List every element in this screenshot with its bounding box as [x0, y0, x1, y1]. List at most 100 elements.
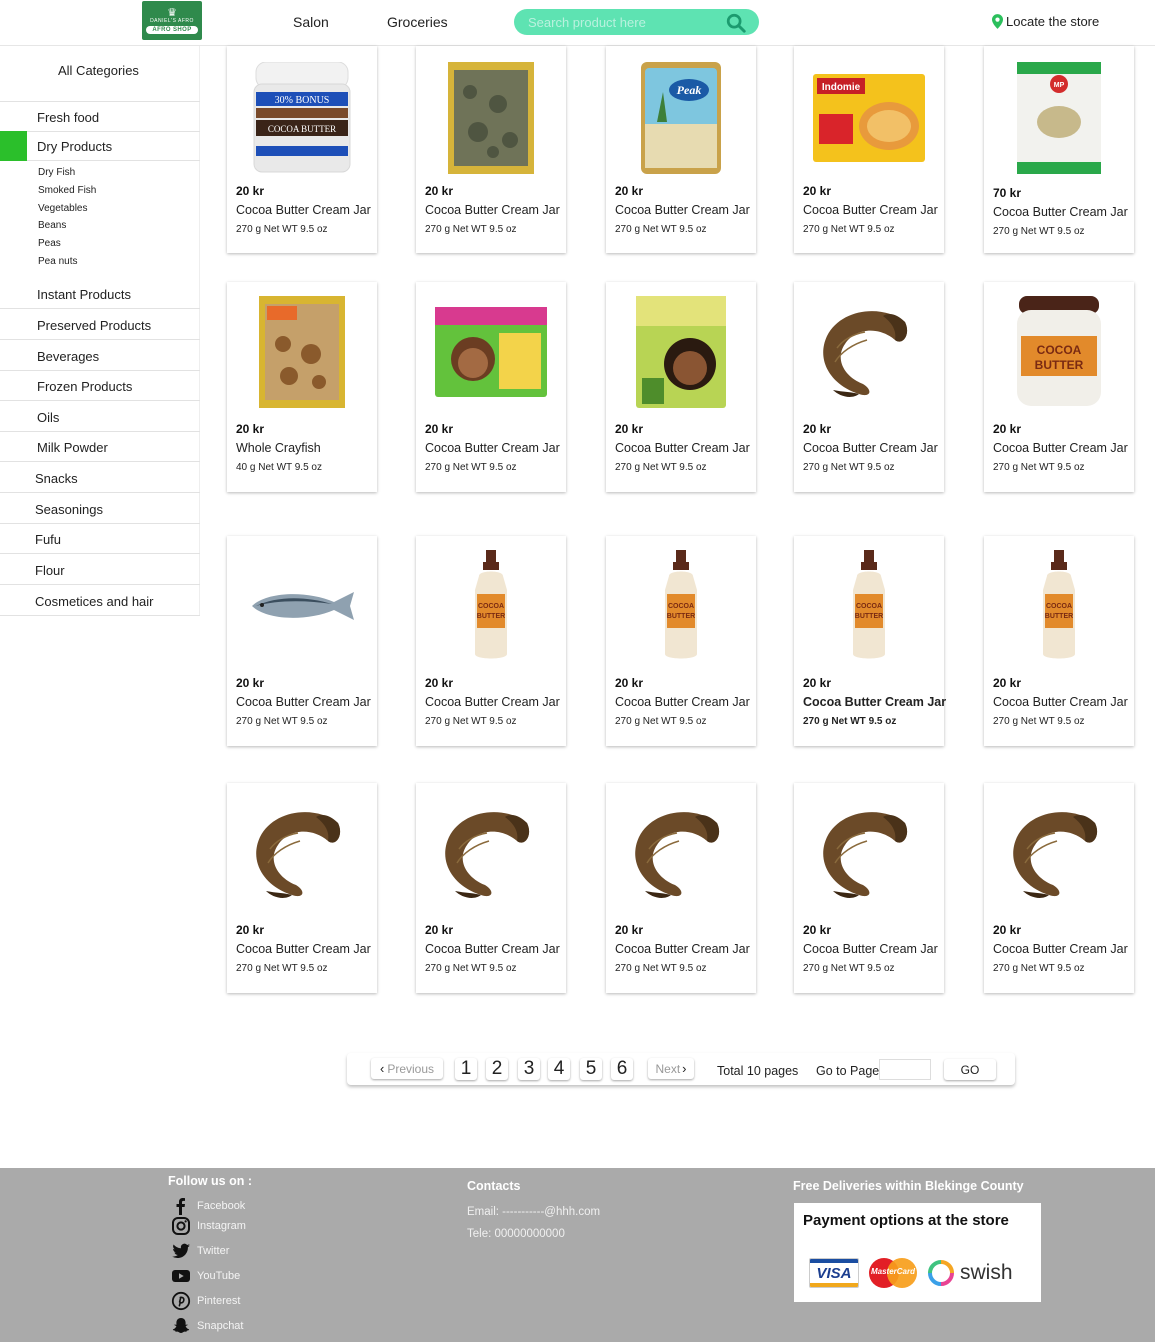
pounded-yam-bag-icon[interactable]: MP [984, 60, 1134, 175]
product-name[interactable]: Cocoa Butter Cream Jar [993, 205, 1128, 219]
category-item[interactable]: Snacks [0, 463, 200, 493]
product-card[interactable]: 20 kr Cocoa Butter Cream Jar 270 g Net WT … [984, 783, 1134, 993]
product-card[interactable]: 20 kr Cocoa Butter Cream Jar 270 g Net WT … [794, 783, 944, 993]
page-number-button[interactable]: 2 [486, 1058, 508, 1080]
product-name[interactable]: Cocoa Butter Cream Jar [993, 942, 1128, 956]
instant-noodles-icon[interactable]: Indomie [794, 60, 944, 175]
product-card[interactable]: 30% BONUS COCOA BUTTER 20 kr Cocoa Butter… [227, 46, 377, 253]
social-link[interactable]: YouTube [171, 1266, 240, 1286]
social-link[interactable]: Instagram [171, 1216, 246, 1236]
category-item[interactable]: Milk Powder [0, 432, 200, 462]
category-item[interactable]: Dry Products [0, 131, 200, 161]
previous-page-button[interactable]: ‹ Previous [371, 1058, 443, 1079]
search-icon[interactable] [725, 12, 747, 34]
product-name[interactable]: Cocoa Butter Cream Jar [993, 695, 1128, 709]
nav-groceries-link[interactable]: Groceries [387, 14, 448, 30]
product-card[interactable]: Indomie 20 kr Cocoa Butter Cream Jar 270 g… [794, 46, 944, 253]
category-item[interactable]: Frozen Products [0, 371, 200, 401]
smoked-fish-icon[interactable] [227, 795, 377, 910]
lotion-bottle-icon[interactable]: COCOA BUTTER [794, 548, 944, 663]
product-name[interactable]: Cocoa Butter Cream Jar [425, 942, 560, 956]
goto-page-input[interactable] [879, 1059, 931, 1080]
social-link[interactable]: Snapchat [171, 1316, 243, 1336]
product-card[interactable]: 20 kr Cocoa Butter Cream Jar 270 g Net WT … [416, 46, 566, 253]
product-card[interactable]: 20 kr Cocoa Butter Cream Jar 270 g Net WT … [416, 282, 566, 492]
product-name[interactable]: Whole Crayfish [236, 441, 321, 455]
smoked-fish-icon[interactable] [606, 795, 756, 910]
product-card[interactable]: 20 kr Cocoa Butter Cream Jar 270 g Net WT … [606, 282, 756, 492]
smoked-fish-icon[interactable] [984, 795, 1134, 910]
page-number-button[interactable]: 5 [580, 1058, 602, 1080]
cocoa-butter-tub-icon[interactable]: COCOA BUTTER [984, 294, 1134, 409]
product-name[interactable]: Cocoa Butter Cream Jar [425, 441, 560, 455]
search-input[interactable] [528, 14, 718, 30]
nav-salon-link[interactable]: Salon [293, 14, 329, 30]
product-card[interactable]: COCOA BUTTER 20 kr Cocoa Butter Cream Jar… [984, 536, 1134, 746]
product-card[interactable]: COCOA BUTTER 20 kr Cocoa Butter Cream Jar… [794, 536, 946, 746]
social-link[interactable]: Twitter [171, 1241, 229, 1261]
category-item[interactable]: Flour [0, 555, 200, 585]
page-number-button[interactable]: 4 [548, 1058, 570, 1080]
product-card[interactable]: 20 kr Cocoa Butter Cream Jar 270 g Net WT … [606, 783, 756, 993]
olive-oil-hair-kit-icon[interactable] [606, 294, 756, 409]
product-name[interactable]: Cocoa Butter Cream Jar [803, 441, 938, 455]
subcategory-item[interactable]: Vegetables [38, 203, 88, 214]
category-item[interactable]: Cosmetices and hair [0, 586, 200, 616]
category-item[interactable]: Fufu [0, 524, 200, 554]
product-name[interactable]: Cocoa Butter Cream Jar [803, 203, 938, 217]
product-name[interactable]: Cocoa Butter Cream Jar [803, 942, 938, 956]
subcategory-item[interactable]: Beans [38, 220, 66, 231]
product-name[interactable]: Cocoa Butter Cream Jar [236, 942, 371, 956]
smoked-fish-icon[interactable] [794, 795, 944, 910]
crayfish-pack-icon[interactable] [227, 294, 377, 409]
all-categories-title[interactable]: All Categories [58, 63, 139, 78]
page-number-button[interactable]: 1 [455, 1058, 477, 1080]
dried-leaves-pack-icon[interactable] [416, 60, 566, 175]
product-card[interactable]: COCOA BUTTER 20 kr Cocoa Butter Cream Jar… [984, 282, 1134, 492]
product-card[interactable]: MP 70 kr Cocoa Butter Cream Jar 270 g Net … [984, 46, 1134, 253]
product-name[interactable]: Cocoa Butter Cream Jar [236, 695, 371, 709]
go-button[interactable]: GO [944, 1059, 996, 1080]
product-name[interactable]: Cocoa Butter Cream Jar [615, 695, 750, 709]
subcategory-item[interactable]: Smoked Fish [38, 185, 96, 196]
contact-phone[interactable]: Tele: 00000000000 [467, 1228, 565, 1240]
product-name[interactable]: Cocoa Butter Cream Jar [615, 942, 750, 956]
contact-email[interactable]: Email: -----------@hhh.com [467, 1206, 600, 1218]
product-card[interactable]: 20 kr Cocoa Butter Cream Jar 270 g Net WT … [416, 783, 566, 993]
product-card[interactable]: 20 kr Cocoa Butter Cream Jar 270 g Net WT … [227, 783, 377, 993]
product-card[interactable]: COCOA BUTTER 20 kr Cocoa Butter Cream Jar… [416, 536, 566, 746]
lotion-bottle-icon[interactable]: COCOA BUTTER [984, 548, 1134, 663]
product-name[interactable]: Cocoa Butter Cream Jar [425, 203, 560, 217]
subcategory-item[interactable]: Dry Fish [38, 167, 75, 178]
product-name[interactable]: Cocoa Butter Cream Jar [993, 441, 1128, 455]
subcategory-item[interactable]: Pea nuts [38, 256, 77, 267]
next-page-button[interactable]: Next › [648, 1058, 694, 1079]
lotion-bottle-icon[interactable]: COCOA BUTTER [416, 548, 566, 663]
cocoa-butter-jar-icon[interactable]: 30% BONUS COCOA BUTTER [227, 60, 377, 175]
social-link[interactable]: Facebook [171, 1196, 245, 1216]
category-item[interactable]: Oils [0, 402, 200, 432]
locate-store-link[interactable]: Locate the store [992, 14, 1099, 29]
product-card[interactable]: COCOA BUTTER 20 kr Cocoa Butter Cream Jar… [606, 536, 756, 746]
category-item[interactable]: Seasonings [0, 494, 200, 524]
category-item[interactable]: Fresh food [0, 102, 200, 132]
store-logo[interactable]: ♛ DANIEL'S AFRO AFRO SHOP [142, 1, 202, 40]
product-name[interactable]: Cocoa Butter Cream Jar [425, 695, 560, 709]
mackerel-fish-icon[interactable] [227, 548, 377, 663]
category-item[interactable]: Instant Products [0, 279, 200, 309]
product-name[interactable]: Cocoa Butter Cream Jar [615, 203, 750, 217]
product-card[interactable]: 20 kr Cocoa Butter Cream Jar 270 g Net WT … [794, 282, 944, 492]
product-card[interactable]: 20 kr Whole Crayfish 40 g Net WT 9.5 oz [227, 282, 377, 492]
category-item[interactable]: Preserved Products [0, 310, 200, 340]
product-card[interactable]: 20 kr Cocoa Butter Cream Jar 270 g Net WT … [227, 536, 377, 746]
lotion-bottle-icon[interactable]: COCOA BUTTER [606, 548, 756, 663]
product-name[interactable]: Cocoa Butter Cream Jar [615, 441, 750, 455]
smoked-fish-icon[interactable] [794, 294, 944, 409]
subcategory-item[interactable]: Peas [38, 238, 61, 249]
milk-powder-tin-icon[interactable]: Peak [606, 60, 756, 175]
page-number-button[interactable]: 6 [611, 1058, 633, 1080]
kids-hair-kit-icon[interactable] [416, 294, 566, 409]
smoked-fish-icon[interactable] [416, 795, 566, 910]
product-name[interactable]: Cocoa Butter Cream Jar [803, 695, 946, 709]
social-link[interactable]: Pinterest [171, 1291, 240, 1311]
